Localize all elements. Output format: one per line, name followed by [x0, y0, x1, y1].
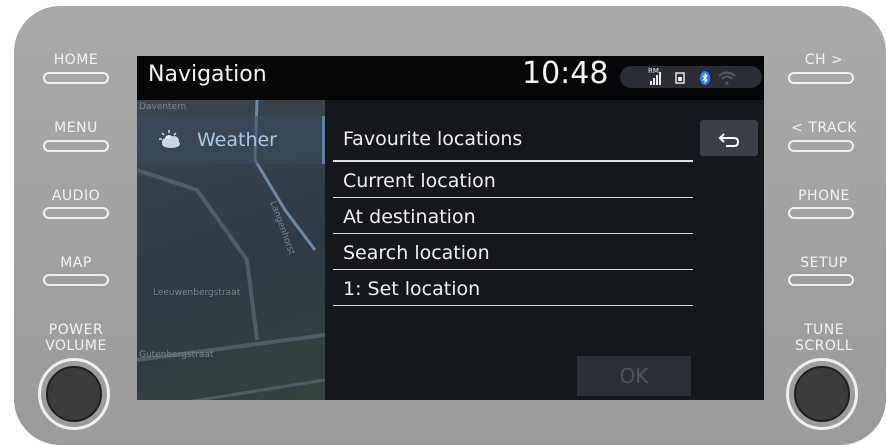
- map-button[interactable]: [43, 274, 109, 286]
- setup-label: SETUP: [800, 255, 848, 271]
- map-label-street-1: Leeuwenbergstraat: [153, 288, 241, 298]
- weather-sun-cloud-icon: [155, 129, 185, 154]
- power-label: POWER: [48, 322, 104, 338]
- audio-label: AUDIO: [51, 188, 101, 204]
- menu-label: MENU: [54, 120, 98, 136]
- tune-scroll-label: TUNE SCROLL: [774, 322, 874, 354]
- phone-button[interactable]: [788, 207, 854, 219]
- tune-label: TUNE: [803, 322, 845, 338]
- volume-label: VOLUME: [45, 338, 107, 354]
- map-label-daventern: Daventern: [139, 102, 187, 112]
- clock: 10:48: [522, 56, 609, 91]
- map-label: MAP: [60, 255, 92, 271]
- sidebar-item-weather-label: Weather: [197, 129, 277, 151]
- power-volume-knob[interactable]: [38, 358, 110, 430]
- power-volume-label: POWER VOLUME: [26, 322, 126, 354]
- favourite-locations-list: Favourite locations Current location At …: [333, 116, 693, 306]
- page-title: Navigation: [148, 62, 267, 87]
- ch-label: CH >: [804, 52, 844, 68]
- track-button[interactable]: [788, 140, 854, 152]
- signal-bars-icon: [650, 66, 662, 88]
- home-label: HOME: [53, 52, 99, 68]
- setup-button[interactable]: [788, 274, 854, 286]
- home-button[interactable]: [43, 72, 109, 84]
- list-item-set-location[interactable]: 1: Set location: [333, 270, 693, 306]
- list-item-at-destination[interactable]: At destination: [333, 198, 693, 234]
- wifi-icon: [718, 66, 736, 88]
- list-header: Favourite locations: [333, 116, 693, 162]
- battery-icon: [675, 66, 685, 88]
- menu-button[interactable]: [43, 140, 109, 152]
- ok-button[interactable]: OK: [577, 356, 691, 396]
- ch-button[interactable]: [788, 72, 854, 84]
- phone-label: PHONE: [798, 188, 850, 204]
- back-arrow-icon: [717, 126, 741, 150]
- status-icons: RM: [620, 66, 762, 88]
- audio-button[interactable]: [43, 207, 109, 219]
- display-screen: Navigation 10:48 RM Daventern Leeuwenber…: [137, 56, 764, 400]
- list-item-current-location[interactable]: Current location: [333, 162, 693, 198]
- map-label-street-2: Gutenbergstraat: [139, 350, 214, 360]
- track-label: < TRACK: [791, 120, 857, 136]
- scroll-label: SCROLL: [794, 338, 853, 354]
- back-button[interactable]: [700, 120, 758, 156]
- status-bar: Navigation 10:48 RM: [137, 56, 764, 100]
- sidebar-item-weather[interactable]: Weather: [137, 116, 325, 164]
- tune-scroll-knob[interactable]: [786, 358, 858, 430]
- list-item-search-location[interactable]: Search location: [333, 234, 693, 270]
- bluetooth-icon: [700, 66, 710, 88]
